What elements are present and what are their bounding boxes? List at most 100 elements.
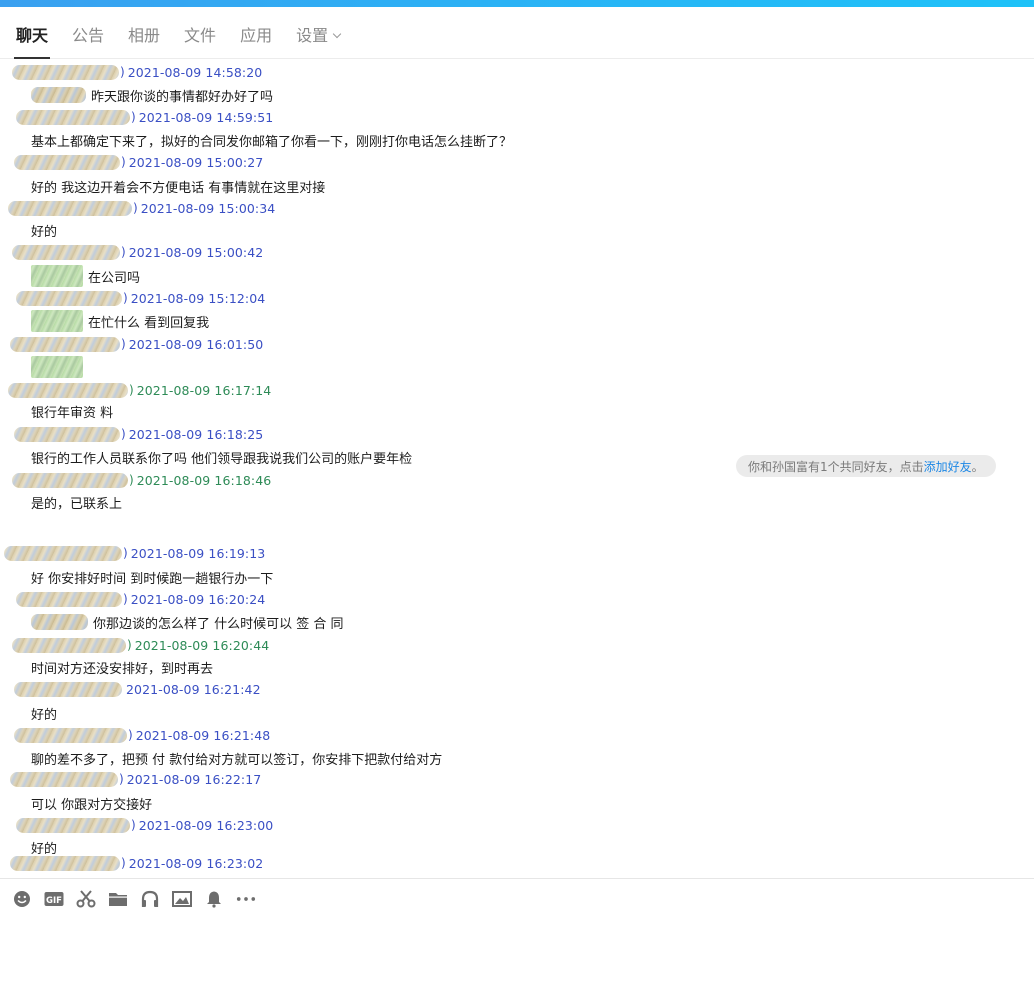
sender-id-close: ) [123, 546, 128, 560]
sender-id-close: ) [133, 201, 138, 215]
sender-id-close: ) [127, 638, 132, 652]
message-timestamp: 2021-08-09 16:17:14 [136, 382, 272, 398]
sender-name-redacted[interactable] [10, 771, 118, 787]
message-header: ) 2021-08-09 16:18:46 [12, 471, 271, 489]
sender-id-close: ) [121, 856, 126, 870]
message-text: 可以 你跟对方交接好 [31, 797, 153, 813]
message-header: ) 2021-08-09 16:22:17 [10, 770, 261, 788]
message-text: 银行的工作人员联系你了吗 他们领导跟我说我们公司的账户要年检 [31, 451, 413, 467]
message-body: 银行的工作人员联系你了吗 他们领导跟我说我们公司的账户要年检 [31, 446, 412, 468]
tab-files-label: 文件 [184, 25, 217, 45]
message-timestamp: 2021-08-09 16:01:50 [128, 336, 264, 352]
message-header: ) 2021-08-09 16:23:02 [10, 854, 263, 872]
message-timestamp: 2021-08-09 16:21:42 [126, 681, 261, 697]
message-header: ) 2021-08-09 16:19:13 [4, 544, 265, 562]
message-header: 2021-08-09 16:21:42 [14, 680, 261, 698]
message-timestamp: 2021-08-09 15:00:27 [128, 154, 264, 170]
message-header: ) 2021-08-09 16:01:50 [10, 335, 263, 353]
mention-redacted [31, 614, 88, 630]
sender-id-close: ) [123, 592, 128, 606]
sender-name-redacted[interactable] [14, 426, 120, 442]
sender-name-redacted[interactable] [12, 64, 119, 80]
message-timestamp: 2021-08-09 16:22:17 [126, 771, 262, 787]
sender-id-close: ) [119, 772, 124, 786]
music-icon[interactable] [140, 889, 160, 909]
sender-name-redacted[interactable] [16, 109, 130, 125]
tab-files[interactable]: 文件 [184, 7, 216, 59]
sender-id-close: ) [121, 155, 126, 169]
sender-name-redacted[interactable] [8, 382, 128, 398]
message-timestamp: 2021-08-09 16:23:02 [128, 855, 264, 871]
message-body: 是的，已联系上 [31, 491, 122, 513]
message-input-area[interactable] [0, 918, 1034, 1008]
sender-name-redacted[interactable] [16, 290, 122, 306]
message-header: ) 2021-08-09 15:00:27 [14, 153, 263, 171]
add-friend-link[interactable]: 添加好友 [924, 458, 972, 475]
message-header: ) 2021-08-09 16:20:44 [12, 636, 269, 654]
message-timestamp: 2021-08-09 16:21:48 [135, 727, 271, 743]
scissors-icon[interactable] [76, 889, 96, 909]
sender-name-redacted[interactable] [16, 591, 122, 607]
sender-name-redacted[interactable] [12, 472, 128, 488]
sender-id-close: ) [121, 427, 126, 441]
sender-name-redacted[interactable] [4, 545, 122, 561]
message-header: ) 2021-08-09 16:21:48 [14, 726, 270, 744]
message-text: 好 你安排好时间 到时候跑一趟银行办一下 [31, 571, 274, 587]
message-timestamp: 2021-08-09 14:58:20 [127, 64, 263, 80]
sender-name-redacted[interactable] [8, 200, 132, 216]
gif-icon-label: GIF [46, 896, 62, 906]
input-toolbar: GIF [0, 878, 1034, 918]
message-header: ) 2021-08-09 16:23:00 [16, 816, 273, 834]
sender-name-redacted[interactable] [14, 727, 127, 743]
tab-album[interactable]: 相册 [128, 7, 160, 59]
message-header: ) 2021-08-09 16:20:24 [16, 590, 265, 608]
notice-text: 你和孙国富有1个共同好友，点击 [748, 459, 924, 474]
sender-id-close: ) [123, 291, 128, 305]
tab-apps-label: 应用 [240, 25, 273, 45]
message-header: ) 2021-08-09 16:17:14 [8, 381, 271, 399]
message-text: 在公司吗 [88, 270, 141, 286]
tab-bar: 聊天 公告 相册 文件 应用 设置 [0, 7, 1034, 59]
message-text: 好的 [31, 224, 58, 240]
message-text: 基本上都确定下来了，拟好的合同发你邮箱了你看一下，刚刚打你电话怎么挂断了？ [31, 134, 513, 150]
tab-settings[interactable]: 设置 [296, 7, 342, 59]
message-timestamp: 2021-08-09 16:19:13 [130, 545, 266, 561]
sender-name-redacted[interactable] [12, 244, 120, 260]
image-icon[interactable] [172, 889, 192, 909]
sender-name-redacted[interactable] [16, 817, 130, 833]
mention-redacted [31, 310, 83, 332]
notice-suffix: 。 [971, 459, 984, 474]
emoji-icon[interactable] [12, 889, 32, 909]
tab-chat[interactable]: 聊天 [13, 7, 51, 59]
sender-name-redacted[interactable] [10, 855, 120, 871]
sender-id-close: ) [129, 383, 134, 397]
message-body: 你那边谈的怎么样了 什么时候可以 签 合 同 [31, 611, 344, 633]
sender-name-redacted[interactable] [12, 637, 126, 653]
mention-redacted [31, 265, 83, 287]
message-body: 昨天跟你谈的事情都好办好了吗 [31, 84, 273, 106]
message-header: ) 2021-08-09 15:12:04 [16, 289, 265, 307]
sender-id-close: ) [121, 337, 126, 351]
message-timestamp: 2021-08-09 16:23:00 [138, 817, 274, 833]
sender-name-redacted[interactable] [14, 681, 122, 697]
sender-name-redacted[interactable] [14, 154, 120, 170]
message-body: 好的 我这边开着会不方便电话 有事情就在这里对接 [31, 175, 325, 197]
message-body: 银行年审资 料 [31, 400, 113, 422]
message-body: 时间对方还没安排好，到时再去 [31, 656, 213, 678]
tab-announcement[interactable]: 公告 [72, 7, 104, 59]
sender-name-redacted[interactable] [10, 336, 120, 352]
more-icon[interactable] [236, 889, 256, 909]
message-body: 好的 [31, 219, 57, 241]
folder-icon[interactable] [108, 889, 128, 909]
message-timestamp: 2021-08-09 14:59:51 [138, 109, 274, 125]
gif-icon[interactable]: GIF [44, 889, 64, 909]
message-text: 昨天跟你谈的事情都好办好了吗 [91, 89, 274, 105]
message-body: 好的 [31, 702, 57, 724]
message-timestamp: 2021-08-09 16:20:44 [134, 637, 270, 653]
tab-apps[interactable]: 应用 [240, 7, 272, 59]
message-timestamp: 2021-08-09 15:00:42 [128, 244, 264, 260]
bell-icon[interactable] [204, 889, 224, 909]
tab-announcement-label: 公告 [72, 25, 105, 45]
message-text: 时间对方还没安排好，到时再去 [31, 661, 214, 677]
mention-redacted [31, 356, 83, 378]
